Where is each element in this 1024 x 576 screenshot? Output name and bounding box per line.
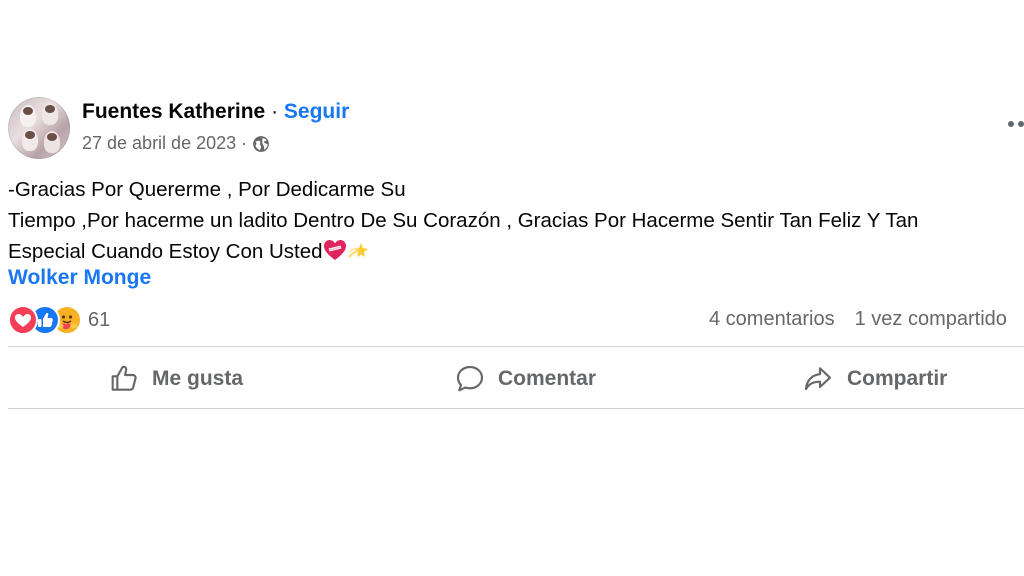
separator: · xyxy=(271,100,279,123)
share-button[interactable]: Compartir xyxy=(801,357,947,401)
facebook-post: Fuentes Katherine · Seguir 27 de abril d… xyxy=(0,0,1024,576)
post-header: Fuentes Katherine · Seguir xyxy=(82,100,349,124)
shares-count-link[interactable]: 1 vez compartido xyxy=(855,308,1007,330)
post-text: -Gracias Por Quererme , Por Dedicarme Su… xyxy=(8,174,1018,270)
post-meta: 27 de abril de 2023 · xyxy=(82,133,270,154)
like-button-label: Me gusta xyxy=(152,367,244,390)
tagged-person-link[interactable]: Wolker Monge xyxy=(8,266,151,290)
globe-icon xyxy=(253,135,269,152)
dizzy-emoji xyxy=(347,239,373,270)
mending-heart-emoji xyxy=(323,239,347,270)
comments-count-link[interactable]: 4 comentarios xyxy=(709,308,835,330)
divider xyxy=(8,346,1024,347)
post-date[interactable]: 27 de abril de 2023 xyxy=(82,133,236,154)
share-button-label: Compartir xyxy=(847,367,948,390)
share-icon xyxy=(804,367,832,391)
post-text-line: Especial Cuando Estoy Con Usted xyxy=(8,236,1018,270)
comment-button-label: Comentar xyxy=(498,367,597,390)
author-name[interactable]: Fuentes Katherine xyxy=(82,100,265,123)
reaction-count: 61 xyxy=(88,308,111,331)
post-stats: 4 comentarios 1 vez compartido xyxy=(709,308,1007,331)
post-text-line-content: Especial Cuando Estoy Con Usted xyxy=(8,240,323,263)
avatar[interactable] xyxy=(8,97,70,159)
thumbs-up-icon xyxy=(111,365,137,391)
love-icon xyxy=(8,305,38,335)
more-options-icon[interactable] xyxy=(1006,118,1024,130)
follow-link[interactable]: Seguir xyxy=(284,100,349,123)
date-separator: · xyxy=(241,133,248,153)
post-text-line: Tiempo ,Por hacerme un ladito Dentro De … xyxy=(8,209,919,232)
like-button[interactable]: Me gusta xyxy=(108,357,243,401)
comment-button[interactable]: Comentar xyxy=(454,357,596,401)
divider xyxy=(8,408,1024,409)
post-text-line: -Gracias Por Quererme , Por Dedicarme Su xyxy=(8,178,406,201)
comment-icon xyxy=(456,365,484,392)
reactions-summary[interactable]: 61 xyxy=(8,304,110,336)
